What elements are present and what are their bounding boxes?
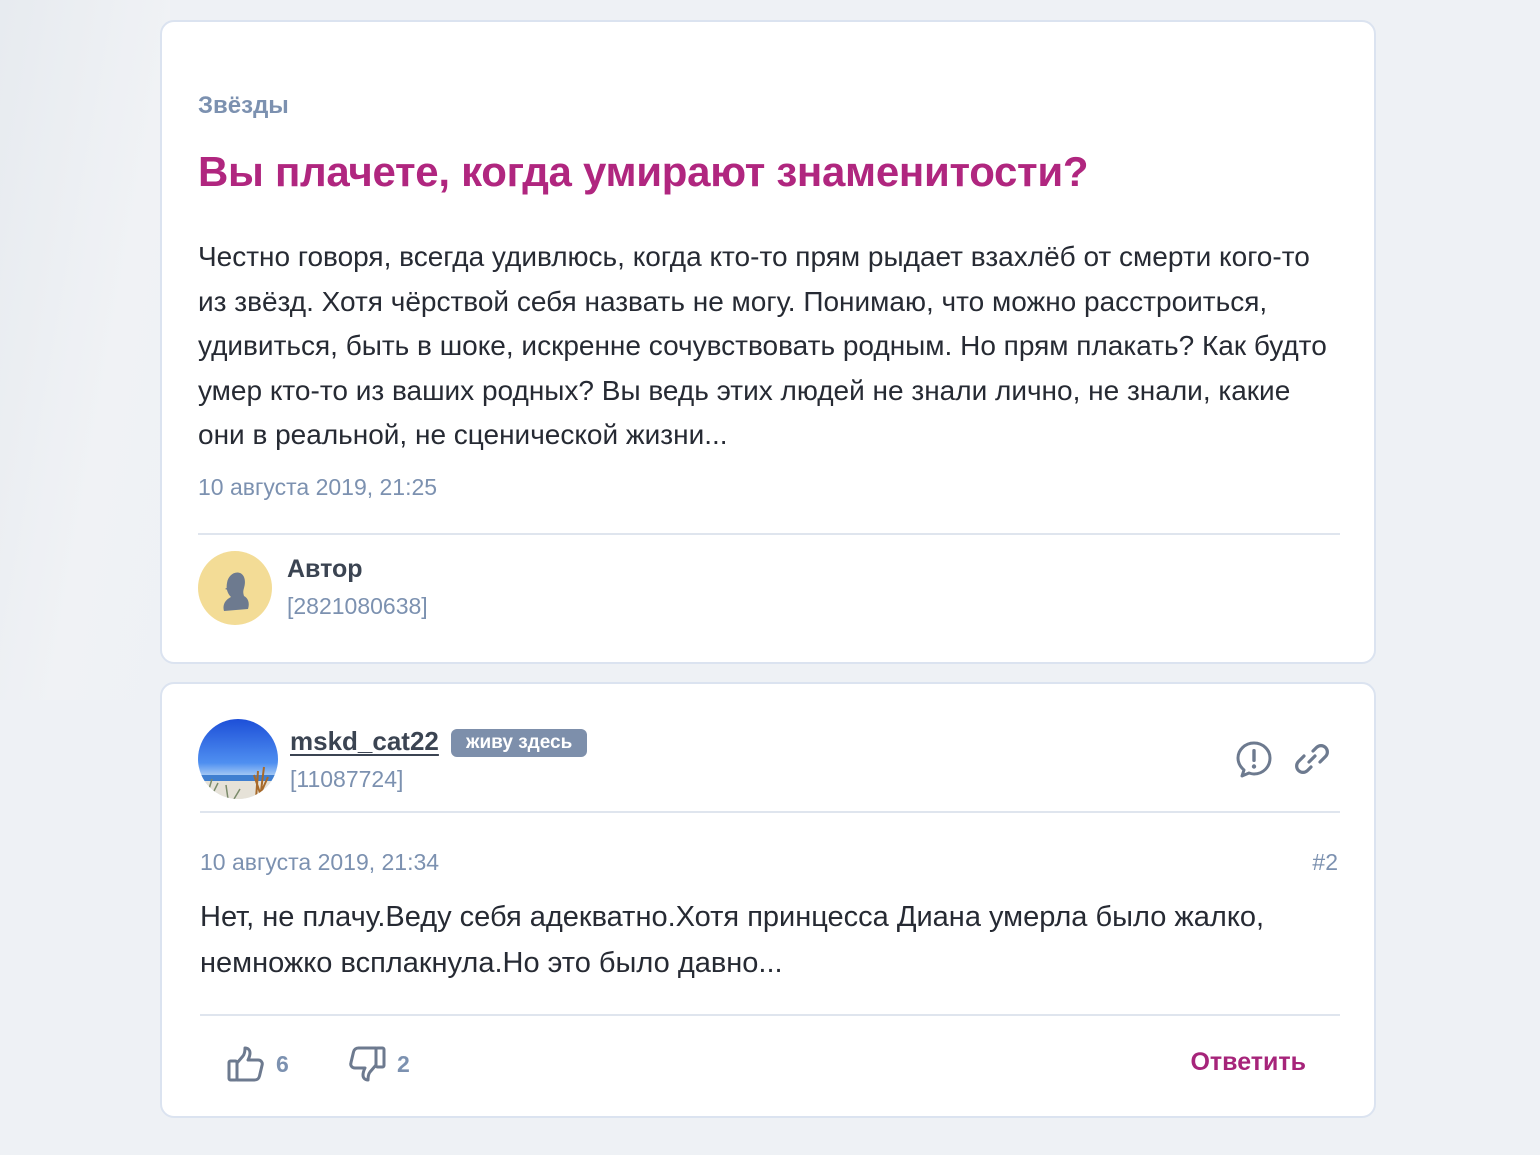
author-id: [2821080638] <box>287 593 428 619</box>
author-name: Автор <box>287 555 363 583</box>
report-icon <box>1236 741 1272 778</box>
question-body: Честно говоря, всегда удивлюсь, когда кт… <box>198 241 1327 450</box>
background-decoration <box>0 0 170 700</box>
answer-number-link[interactable]: #2 <box>1312 849 1338 876</box>
like-button[interactable]: 6 <box>226 1044 289 1084</box>
answer-footer-divider <box>200 1014 1340 1016</box>
thumbs-down-icon <box>349 1046 386 1082</box>
beach-photo-avatar <box>198 719 278 799</box>
user-id: [11087724] <box>290 766 404 792</box>
anonymous-user-icon <box>223 572 249 611</box>
user-name-link[interactable]: mskd_cat22 <box>290 726 439 757</box>
question-divider <box>198 533 1340 535</box>
question-title: Вы плачете, когда умирают знаменитости? <box>198 148 1089 195</box>
like-count: 6 <box>276 1050 289 1077</box>
answer-header-divider <box>200 811 1340 813</box>
report-button[interactable] <box>1234 739 1274 779</box>
dislike-button[interactable]: 2 <box>347 1044 410 1084</box>
question-card: Звёзды Вы плачете, когда умирают знамени… <box>160 20 1376 664</box>
answer-date: 10 августа 2019, 21:34 <box>200 849 440 875</box>
copy-link-button[interactable] <box>1292 739 1332 779</box>
link-icon <box>1295 744 1329 774</box>
reply-button[interactable]: Ответить <box>1190 1048 1306 1077</box>
answer-body: Нет, не плачу.Веду себя адекватно.Хотя п… <box>200 901 1265 979</box>
dislike-count: 2 <box>397 1050 410 1077</box>
user-status-badge: живу здесь <box>451 729 588 757</box>
question-category[interactable]: Звёзды <box>198 92 289 120</box>
answer-card: mskd_cat22 живу здесь [11087724] 10 авгу… <box>160 682 1376 1118</box>
thumbs-up-icon <box>227 1046 264 1082</box>
author-avatar <box>198 551 272 625</box>
question-date: 10 августа 2019, 21:25 <box>198 474 438 500</box>
user-avatar[interactable] <box>198 719 278 799</box>
